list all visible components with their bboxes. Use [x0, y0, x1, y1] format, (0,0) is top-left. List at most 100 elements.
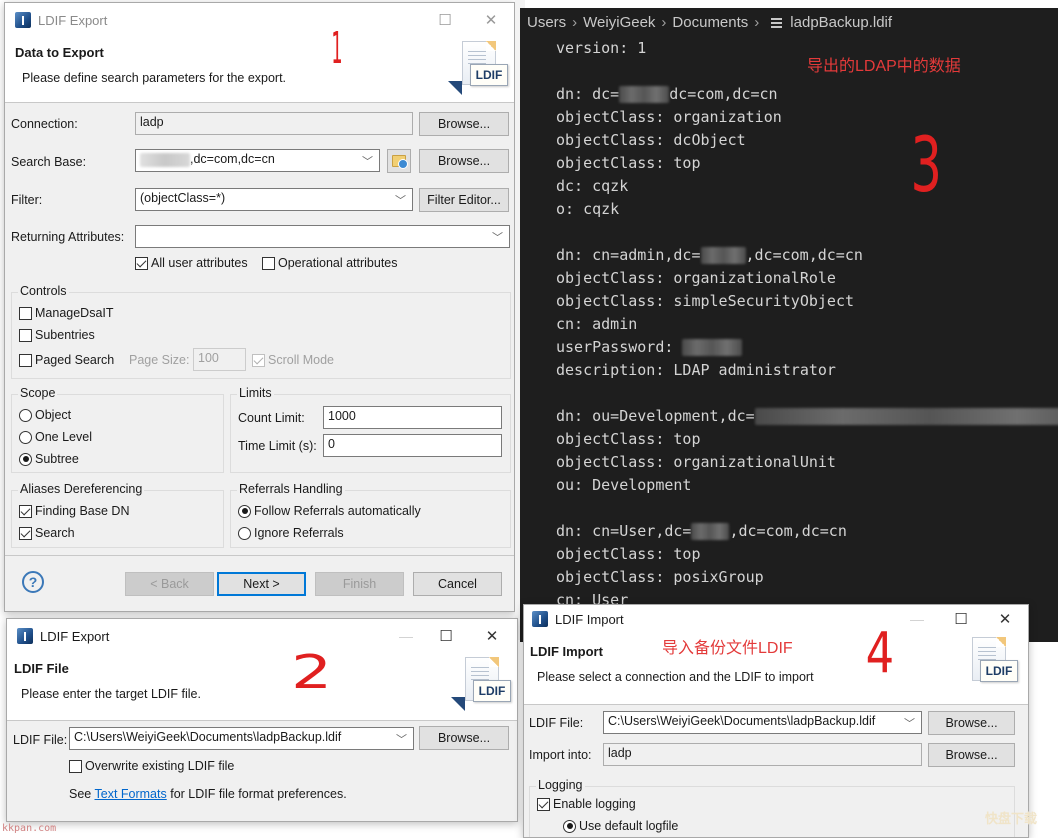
breadcrumb-item[interactable]: Users [527, 14, 566, 31]
title-bar: LDIF Export ☐ ✕ [5, 3, 514, 37]
annotation-number: 2 [291, 645, 333, 699]
search-checkbox[interactable]: Search [19, 526, 75, 540]
ldif-import-dialog: LDIF Import — ☐ ✕ LDIF Import Please sel… [523, 604, 1029, 838]
code-line: objectClass: posixGroup [556, 568, 764, 586]
scope-one-level-radio[interactable]: One Level [19, 430, 92, 444]
text-formats-hint: See Text Formats for LDIF file format pr… [69, 787, 347, 801]
maximize-icon[interactable]: ☐ [952, 610, 970, 628]
cancel-button[interactable]: Cancel [413, 572, 502, 596]
ldif-banner-icon: LDIF [451, 653, 513, 715]
all-user-attributes-checkbox[interactable]: All user attributes [135, 256, 248, 270]
page-size-field[interactable]: 100 [193, 348, 246, 371]
ldif-export-dialog-file: LDIF Export — ☐ ✕ LDIF File Please enter… [6, 618, 518, 822]
code-line: dc: cqzk [556, 177, 629, 195]
subentries-checkbox[interactable]: Subentries [19, 328, 95, 342]
minimize-icon[interactable]: — [397, 627, 415, 645]
code-line: objectClass: organization [556, 108, 782, 126]
close-icon[interactable]: ✕ [483, 627, 501, 645]
scope-subtree-radio[interactable]: Subtree [19, 452, 79, 466]
redacted-value [619, 86, 670, 103]
ldif-file-combo[interactable]: C:\Users\WeiyiGeek\Documents\ladpBackup.… [69, 727, 414, 750]
use-default-logfile-radio[interactable]: Use default logfile [563, 819, 678, 833]
code-line: dn: cn=User,dc= ,dc=com,dc=cn [556, 522, 847, 540]
import-into-field[interactable]: ladp [603, 743, 922, 766]
code-line: userPassword: [556, 336, 1058, 359]
wizard-header: Data to Export Please define search para… [5, 23, 514, 103]
search-base-label: Search Base: [11, 155, 87, 169]
finish-button[interactable]: Finish [315, 572, 404, 596]
operational-attributes-checkbox[interactable]: Operational attributes [262, 256, 398, 270]
next-button[interactable]: Next > [217, 572, 306, 596]
close-icon[interactable]: ✕ [482, 11, 500, 29]
back-button[interactable]: < Back [125, 572, 214, 596]
close-icon[interactable]: ✕ [996, 610, 1014, 628]
watermark-logo: 快盘下载 [985, 811, 1038, 826]
page-description: Please select a connection and the LDIF … [537, 670, 814, 684]
ldif-file-browse-button[interactable]: Browse... [928, 711, 1015, 735]
chevron-down-icon: ﹀ [396, 734, 407, 746]
ldif-banner-icon: LDIF [448, 37, 510, 99]
search-base-combo[interactable]: ,dc=com,dc=cn ﹀ [135, 149, 380, 172]
breadcrumb: Users › WeiyiGeek › Documents › ladpBackup.… [527, 14, 893, 31]
chevron-down-icon: ﹀ [362, 156, 373, 168]
filter-combo[interactable]: (objectClass=*) ﹀ [135, 188, 413, 211]
search-base-browse-button[interactable]: Browse... [419, 149, 509, 173]
maximize-icon[interactable]: ☐ [437, 627, 455, 645]
enable-logging-checkbox[interactable]: Enable logging [537, 797, 636, 811]
code-line: cn: admin [556, 315, 638, 333]
chevron-down-icon: ﹀ [492, 232, 503, 244]
scope-object-radio[interactable]: Object [19, 408, 71, 422]
ldif-file-label: LDIF File: [13, 733, 68, 747]
returning-attributes-combo[interactable]: ﹀ [135, 225, 510, 248]
overwrite-checkbox[interactable]: Overwrite existing LDIF file [69, 759, 234, 773]
paged-search-checkbox[interactable]: Paged Search [19, 353, 114, 367]
filter-editor-button[interactable]: Filter Editor... [419, 188, 509, 212]
folder-icon [392, 155, 408, 169]
breadcrumb-item[interactable]: Documents [672, 14, 748, 31]
title-bar: LDIF Export — ☐ ✕ [7, 619, 517, 653]
breadcrumb-item[interactable]: ladpBackup.ldif [790, 14, 892, 31]
scroll-mode-checkbox[interactable]: Scroll Mode [252, 353, 334, 367]
follow-referrals-radio[interactable]: Follow Referrals automatically [238, 504, 421, 518]
code-line: description: LDAP administrator [556, 361, 836, 379]
connection-field[interactable]: ladp [135, 112, 413, 135]
help-icon[interactable]: ? [22, 571, 44, 593]
breadcrumb-item[interactable]: WeiyiGeek [583, 14, 655, 31]
code-editor: Users › WeiyiGeek › Documents › ladpBackup.… [520, 8, 1058, 642]
group-title: Referrals Handling [237, 482, 345, 496]
ldif-file-combo[interactable]: C:\Users\WeiyiGeek\Documents\ladpBackup.… [603, 711, 922, 734]
watermark: kkpan.com [2, 823, 57, 834]
import-into-browse-button[interactable]: Browse... [928, 743, 1015, 767]
time-limit-field[interactable]: 0 [323, 434, 502, 457]
file-icon [771, 17, 783, 28]
count-limit-field[interactable]: 1000 [323, 406, 502, 429]
app-icon [532, 611, 548, 627]
connection-browse-button[interactable]: Browse... [419, 112, 509, 136]
group-title: Controls [18, 284, 69, 298]
ldif-content[interactable]: version: 1 dn: dc= dc=com,dc=cn objectClass… [556, 37, 1058, 612]
maximize-icon[interactable]: ☐ [436, 11, 454, 29]
page-title: LDIF File [14, 661, 69, 676]
redacted-value [700, 247, 746, 264]
redacted-value [754, 408, 1058, 425]
text-formats-link[interactable]: Text Formats [95, 787, 167, 801]
time-limit-label: Time Limit (s): [238, 439, 317, 453]
search-base-history-button[interactable] [387, 149, 411, 173]
count-limit-label: Count Limit: [238, 411, 305, 425]
annotation-number: 1 [331, 23, 343, 74]
ldif-file-label: LDIF File: [529, 716, 584, 730]
group-title: Scope [18, 386, 58, 400]
code-line: objectClass: top [556, 545, 701, 563]
code-line: objectClass: simpleSecurityObject [556, 292, 855, 310]
finding-base-dn-checkbox[interactable]: Finding Base DN [19, 504, 130, 518]
code-line: dn: cn=admin,dc= ,dc=com,dc=cn [556, 246, 863, 264]
manage-dsait-checkbox[interactable]: ManageDsaIT [19, 306, 114, 320]
ignore-referrals-radio[interactable]: Ignore Referrals [238, 526, 344, 540]
minimize-icon[interactable]: — [908, 610, 926, 628]
page-description: Please enter the target LDIF file. [21, 687, 201, 701]
app-icon [17, 628, 33, 644]
group-title: Logging [536, 778, 585, 792]
redacted-value [691, 523, 730, 540]
ldif-file-browse-button[interactable]: Browse... [419, 726, 509, 750]
